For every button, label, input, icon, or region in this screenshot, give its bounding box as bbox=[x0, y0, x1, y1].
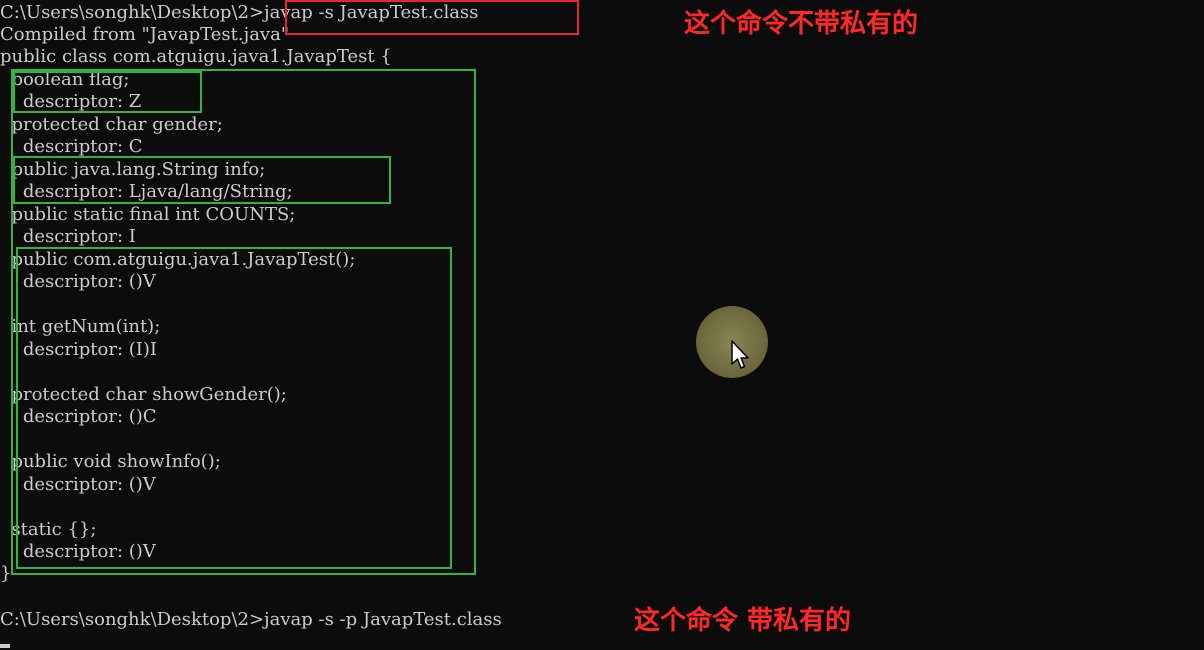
arrow-cursor-icon bbox=[731, 340, 749, 369]
terminal-line-28: C:\Users\songhk\Desktop\2>javap -s -p Ja… bbox=[0, 609, 502, 630]
methods-highlight-box bbox=[16, 247, 452, 569]
terminal-line-26: } bbox=[0, 563, 12, 584]
text-caret bbox=[0, 644, 10, 648]
bottom-annotation: 这个命令 带私有的 bbox=[634, 606, 852, 636]
terminal-line-2: Compiled from "JavapTest.java" bbox=[0, 24, 290, 45]
flag-field-highlight-box bbox=[13, 71, 202, 113]
info-field-highlight-box bbox=[13, 156, 391, 204]
top-annotation: 这个命令不带私有的 bbox=[684, 9, 919, 39]
command-highlight-box bbox=[285, 0, 579, 35]
terminal-line-3: public class com.atguigu.java1.JavapTest… bbox=[0, 46, 392, 67]
